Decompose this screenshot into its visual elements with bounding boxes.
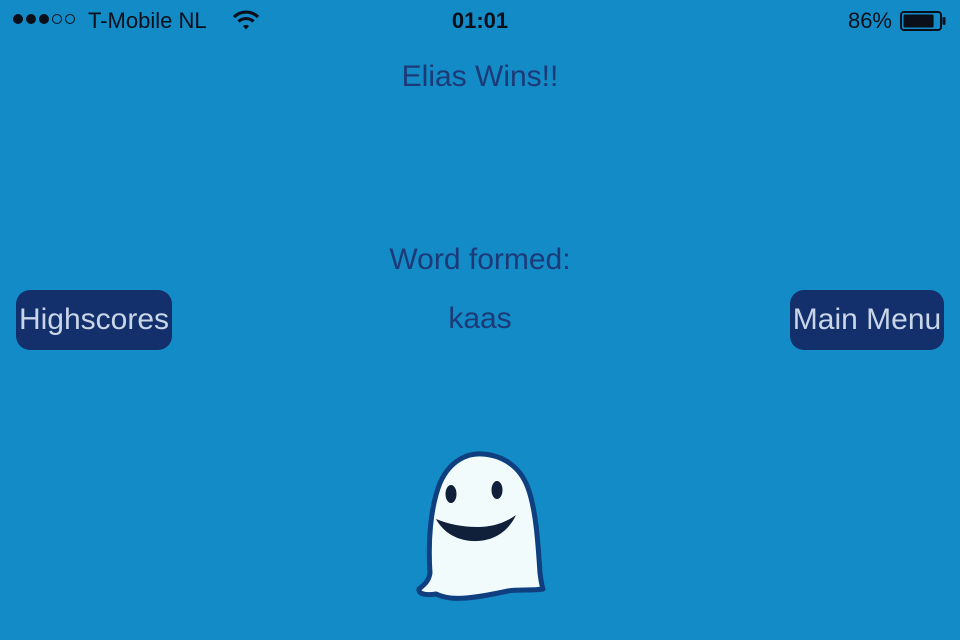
main-menu-button[interactable]: Main Menu	[790, 290, 944, 350]
battery-icon	[900, 11, 946, 31]
status-bar: T-Mobile NL 01:01 86%	[0, 0, 960, 40]
clock: 01:01	[451, 8, 509, 33]
battery-percentage: 86%	[847, 8, 892, 33]
highscores-button[interactable]: Highscores	[16, 290, 172, 350]
ghost-icon	[416, 451, 546, 601]
winner-title: Elias Wins!!	[401, 60, 559, 93]
word-formed-heading: Word formed:	[389, 243, 571, 276]
